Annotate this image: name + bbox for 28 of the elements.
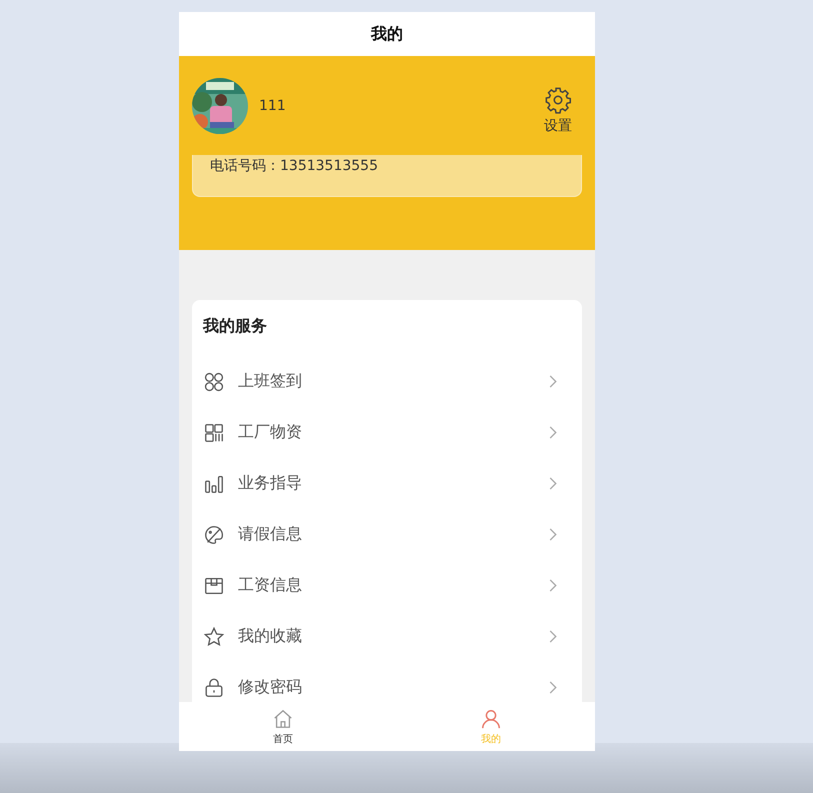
person-icon (480, 708, 502, 730)
service-item[interactable]: 请假信息 (203, 509, 571, 560)
service-item[interactable]: 业务指导 (203, 458, 571, 509)
chevron-icon (549, 681, 557, 694)
lock-icon (203, 676, 225, 698)
service-item[interactable]: 修改密码 (203, 662, 571, 702)
page-title: 我的 (371, 24, 403, 44)
chevron-icon (549, 477, 557, 490)
tab-item[interactable]: 首页 (179, 702, 387, 751)
chevron-icon (549, 528, 557, 541)
service-item[interactable]: 我的收藏 (203, 611, 571, 662)
section-title: 我的服务 (203, 316, 268, 337)
service-item[interactable]: 工资信息 (203, 560, 571, 611)
settings-icon (544, 86, 572, 114)
home-icon (272, 708, 294, 730)
chevron-icon (549, 630, 557, 643)
service-item[interactable]: 上班签到 (203, 356, 571, 407)
palette-icon (203, 524, 225, 546)
star-icon (203, 626, 225, 648)
chevron-icon (549, 426, 557, 439)
phone-number: 电话号码：13513513555 (210, 157, 378, 175)
chevron-icon (549, 375, 557, 388)
user-name: 111 (259, 98, 286, 114)
settings-button[interactable]: 设置 (544, 86, 582, 134)
chevron-icon (549, 579, 557, 592)
service-item[interactable]: 工厂物资 (203, 407, 571, 458)
circles-icon (203, 370, 225, 392)
grid-icon (203, 422, 225, 444)
